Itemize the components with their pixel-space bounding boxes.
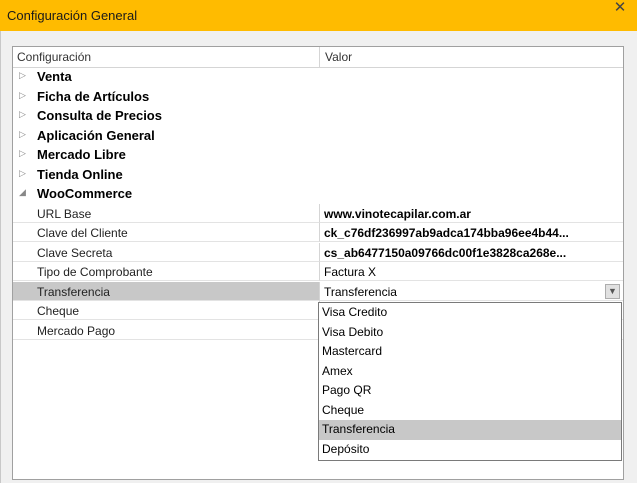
category-label: Tienda Online	[37, 166, 123, 182]
property-name-cell[interactable]: Clave del Cliente	[13, 223, 319, 242]
property-name-cell[interactable]: Clave Secreta	[13, 243, 319, 262]
expanded-triangle-icon[interactable]: ◢	[19, 187, 26, 198]
dropdown-option[interactable]: Cheque	[319, 401, 621, 421]
dropdown-option[interactable]: Visa Debito	[319, 323, 621, 343]
category-label: Consulta de Precios	[37, 108, 162, 123]
dropdown-option[interactable]: Transferencia	[319, 420, 621, 440]
header-separator[interactable]	[319, 47, 320, 67]
property-value: ck_c76df236997ab9adca174bba96ee4b44...	[324, 226, 569, 240]
category-label: Aplicación General	[37, 127, 155, 143]
property-row[interactable]: URL Base www.vinotecapilar.com.ar	[13, 203, 623, 223]
collapsed-triangle-icon[interactable]: ▷	[19, 109, 26, 120]
property-name: Mercado Pago	[37, 323, 116, 338]
property-value-cell[interactable]: Factura X	[319, 262, 623, 281]
category-row-woocommerce[interactable]: ◢ WooCommerce	[13, 184, 623, 203]
category-label: Venta	[37, 69, 72, 84]
header-valor[interactable]: Valor	[325, 47, 352, 67]
property-value-cell[interactable]: ck_c76df236997ab9adca174bba96ee4b44...	[319, 223, 623, 242]
collapsed-triangle-icon[interactable]: ▷	[19, 90, 26, 101]
property-row[interactable]: Clave Secreta cs_ab6477150a09766dc00f1e38…	[13, 242, 623, 262]
property-row[interactable]: Transferencia Transferencia ▼	[13, 281, 623, 301]
header-configuracion[interactable]: Configuración	[17, 47, 91, 67]
property-name-cell[interactable]: Cheque	[13, 301, 319, 320]
category-row-consulta-de-precios[interactable]: ▷ Consulta de Precios	[13, 106, 623, 125]
dropdown-option[interactable]: Amex	[319, 362, 621, 382]
property-name-cell[interactable]: URL Base	[13, 204, 319, 223]
dropdown-option[interactable]: Depósito	[319, 440, 621, 460]
collapsed-triangle-icon[interactable]: ▷	[19, 148, 26, 159]
property-value: Factura X	[324, 265, 377, 279]
property-name-cell[interactable]: Tipo de Comprobante	[13, 262, 319, 281]
window-title: Configuración General	[7, 8, 138, 23]
category-row-aplicaci-n-general[interactable]: ▷ Aplicación General	[13, 126, 623, 145]
grid-header: Configuración Valor	[13, 47, 623, 68]
dropdown-option[interactable]: Mastercard	[319, 342, 621, 362]
category-label: WooCommerce	[37, 186, 133, 201]
dropdown-option[interactable]: Visa Credito	[319, 303, 621, 323]
property-value: cs_ab6477150a09766dc00f1e3828ca268e...	[324, 245, 567, 260]
category-row-mercado-libre[interactable]: ▷ Mercado Libre	[13, 145, 623, 164]
property-name-cell[interactable]: Mercado Pago	[13, 321, 319, 340]
property-value: www.vinotecapilar.com.ar	[324, 206, 471, 221]
category-label: Ficha de Artículos	[37, 88, 150, 104]
title-bar: Configuración General ✕	[0, 0, 637, 31]
category-label: Mercado Libre	[37, 147, 126, 162]
property-name: Transferencia	[37, 284, 110, 299]
category-row-tienda-online[interactable]: ▷ Tienda Online	[13, 165, 623, 184]
dropdown-arrow-icon[interactable]: ▼	[605, 283, 620, 299]
property-row[interactable]: Tipo de Comprobante Factura X	[13, 262, 623, 281]
collapsed-triangle-icon[interactable]: ▷	[19, 70, 26, 81]
property-name: Tipo de Comprobante	[37, 265, 153, 279]
property-value-cell[interactable]: www.vinotecapilar.com.ar	[319, 203, 623, 223]
property-name: Cheque	[37, 304, 80, 318]
category-row-ficha-de-art-culos[interactable]: ▷ Ficha de Artículos	[13, 87, 623, 106]
collapsed-triangle-icon[interactable]: ▷	[19, 168, 26, 179]
payment-method-dropdown-list[interactable]: Visa Credito Visa Debito Mastercard Amex Pag…	[318, 302, 622, 461]
property-value-cell[interactable]: Transferencia ▼	[319, 281, 623, 301]
category-row-venta[interactable]: ▷ Venta	[13, 67, 623, 86]
property-name: Clave Secreta	[37, 245, 113, 260]
property-name: Clave del Cliente	[37, 226, 128, 240]
property-value: Transferencia	[324, 284, 397, 299]
close-icon[interactable]: ✕	[609, 0, 631, 18]
property-row[interactable]: Clave del Cliente ck_c76df236997ab9adca17…	[13, 223, 623, 242]
property-name: URL Base	[37, 206, 92, 221]
property-value-cell[interactable]: cs_ab6477150a09766dc00f1e3828ca268e...	[319, 242, 623, 262]
property-name-cell[interactable]: Transferencia	[13, 281, 319, 301]
collapsed-triangle-icon[interactable]: ▷	[19, 129, 26, 140]
dropdown-option[interactable]: Pago QR	[319, 381, 621, 401]
